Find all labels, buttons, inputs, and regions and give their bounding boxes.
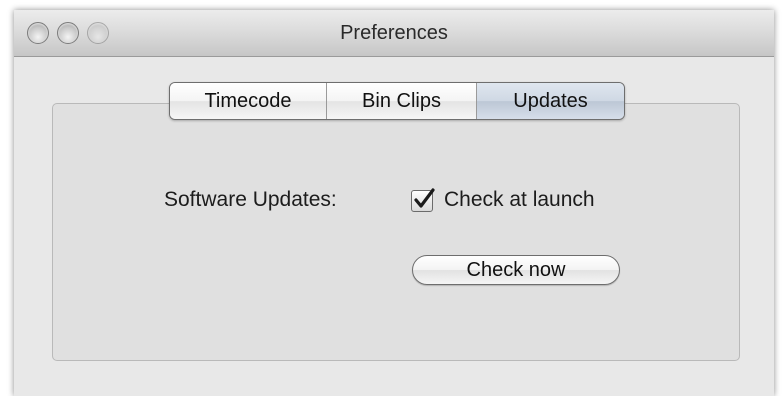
tab-updates[interactable]: Updates: [477, 83, 624, 119]
check-at-launch-checkbox[interactable]: [411, 188, 435, 212]
window-title: Preferences: [340, 22, 448, 44]
tab-timecode[interactable]: Timecode: [170, 83, 327, 119]
title-bar[interactable]: Preferences: [14, 10, 774, 57]
check-now-button[interactable]: Check now: [412, 255, 620, 285]
software-updates-label: Software Updates:: [164, 188, 337, 211]
tab-content-panel: [52, 103, 740, 361]
tab-bin-clips[interactable]: Bin Clips: [327, 83, 477, 119]
checkmark-icon: [414, 188, 435, 208]
check-at-launch-label[interactable]: Check at launch: [444, 188, 595, 212]
tab-bar: Timecode Bin Clips Updates: [169, 82, 625, 120]
preferences-window: Preferences Timecode Bin Clips Updates S…: [14, 10, 774, 396]
